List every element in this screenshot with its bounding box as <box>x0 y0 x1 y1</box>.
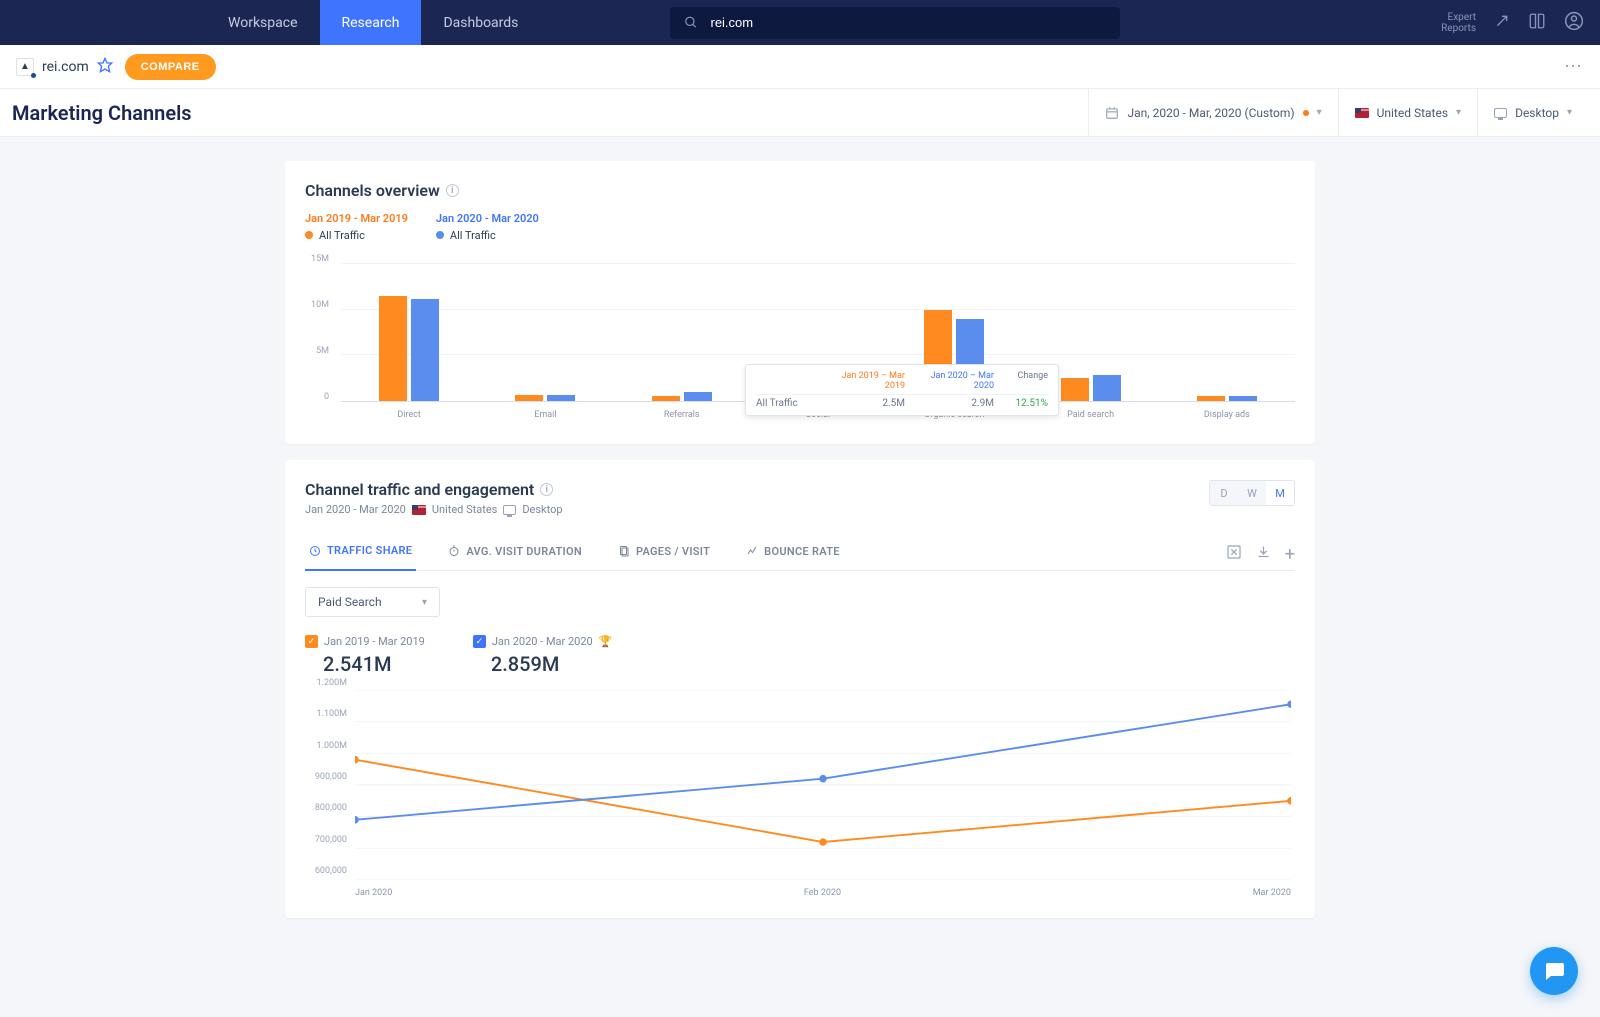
channels-overview-card: Channels overview i Jan 2019 - Mar 2019 … <box>285 161 1315 444</box>
metric-tabs: TRAFFIC SHARE AVG. VISIT DURATION PAGES … <box>305 544 1295 571</box>
date-range-label: Jan, 2020 - Mar, 2020 (Custom) <box>1127 106 1294 120</box>
engagement-title: Channel traffic and engagement i <box>305 480 563 499</box>
line-y-axis: 600,000700,000800,000900,0001.000M1.100M… <box>305 688 353 876</box>
legend-series-1: Jan 2019 - Mar 2019 All Traffic <box>305 212 408 242</box>
chat-icon <box>1542 959 1566 983</box>
page-header: Marketing Channels Jan, 2020 - Mar, 2020… <box>0 89 1600 137</box>
top-navbar: Workspace Research Dashboards ExpertRepo… <box>0 0 1600 45</box>
chevron-down-icon: ▾ <box>1456 107 1461 118</box>
compare-button[interactable]: COMPARE <box>125 54 216 80</box>
device-label: Desktop <box>1515 106 1559 120</box>
nav-tabs: Workspace Research Dashboards <box>206 0 540 45</box>
download-icon[interactable] <box>1256 544 1271 570</box>
add-icon[interactable]: + <box>1285 544 1295 570</box>
channel-dropdown[interactable]: Paid Search ▾ <box>305 587 440 617</box>
chart-actions: + <box>1226 544 1295 570</box>
calendar-icon <box>1105 106 1119 120</box>
tab-traffic-share[interactable]: TRAFFIC SHARE <box>305 544 416 571</box>
series-stat-2: ✓Jan 2020 - Mar 2020 🏆 2.859M <box>473 635 613 676</box>
clock-icon <box>309 545 321 557</box>
granularity-d[interactable]: D <box>1210 481 1238 505</box>
nav-tab-workspace[interactable]: Workspace <box>206 0 320 45</box>
nav-tab-research[interactable]: Research <box>320 0 422 45</box>
content: Channels overview i Jan 2019 - Mar 2019 … <box>285 161 1315 918</box>
export-excel-icon[interactable] <box>1226 544 1242 570</box>
chevron-down-icon: ▾ <box>422 597 427 608</box>
monitor-icon <box>1494 108 1507 118</box>
nav-right: ExpertReports <box>1441 11 1584 35</box>
expert-reports-link[interactable]: ExpertReports <box>1441 12 1476 34</box>
site-subnav: ▲ rei.com COMPARE ⋯ <box>0 45 1600 89</box>
us-flag-icon <box>412 505 426 515</box>
chevron-down-icon: ▾ <box>1567 107 1572 118</box>
series-value: 2.859M <box>491 652 613 676</box>
page-filters: Jan, 2020 - Mar, 2020 (Custom) ▾ United … <box>1088 89 1588 136</box>
date-range-picker[interactable]: Jan, 2020 - Mar, 2020 (Custom) ▾ <box>1088 89 1337 136</box>
page-title: Marketing Channels <box>12 101 192 125</box>
bar-tooltip: Jan 2019 – Mar 2019 Jan 2020 – Mar 2020 … <box>745 364 1059 416</box>
nav-tab-dashboards[interactable]: Dashboards <box>421 0 540 45</box>
info-icon[interactable]: i <box>540 483 553 496</box>
overview-legend: Jan 2019 - Mar 2019 All Traffic Jan 2020… <box>305 212 1295 242</box>
trophy-icon: 🏆 <box>599 635 613 648</box>
tab-bounce-rate[interactable]: BOUNCE RATE <box>742 544 844 570</box>
more-menu-icon[interactable]: ⋯ <box>1564 56 1584 77</box>
traffic-share-line-chart: 600,000700,000800,000900,0001.000M1.100M… <box>305 688 1295 898</box>
series-stats: ✓Jan 2019 - Mar 2019 2.541M ✓Jan 2020 - … <box>305 635 1295 676</box>
checkbox-icon[interactable]: ✓ <box>473 635 486 648</box>
legend-series-2: Jan 2020 - Mar 2020 All Traffic <box>436 212 539 242</box>
tab-pages-visit[interactable]: PAGES / VISIT <box>614 544 714 570</box>
bar-y-axis: 05M10M15M <box>305 264 335 402</box>
device-picker[interactable]: Desktop ▾ <box>1477 89 1588 136</box>
country-picker[interactable]: United States ▾ <box>1338 89 1477 136</box>
checkbox-icon[interactable]: ✓ <box>305 635 318 648</box>
overview-title: Channels overview i <box>305 181 1295 200</box>
favorite-star-icon[interactable] <box>97 57 113 77</box>
legend-dot-icon <box>436 231 444 239</box>
granularity-w[interactable]: W <box>1238 481 1266 505</box>
chevron-down-icon: ▾ <box>1317 107 1322 118</box>
legend-dot-icon <box>305 231 313 239</box>
info-icon[interactable]: i <box>446 184 459 197</box>
monitor-icon <box>503 505 516 515</box>
stopwatch-icon <box>448 545 460 557</box>
series-stat-1: ✓Jan 2019 - Mar 2019 2.541M <box>305 635 425 676</box>
series-value: 2.541M <box>323 652 425 676</box>
granularity-m[interactable]: M <box>1266 481 1294 505</box>
profile-icon[interactable] <box>1564 11 1584 35</box>
book-icon[interactable] <box>1528 12 1546 34</box>
search-icon <box>684 15 698 30</box>
pages-icon <box>618 545 630 557</box>
global-search[interactable] <box>670 7 1120 39</box>
engagement-subtitle: Jan 2020 - Mar 2020 United States Deskto… <box>305 503 563 516</box>
overview-bar-chart: 05M10M15M DirectEmailReferralsSocialOrga… <box>305 264 1295 424</box>
engagement-card: Channel traffic and engagement i Jan 202… <box>285 460 1315 918</box>
line-plot[interactable] <box>355 690 1291 880</box>
launch-icon[interactable] <box>1494 13 1510 33</box>
chat-widget-button[interactable] <box>1530 947 1578 995</box>
country-label: United States <box>1377 106 1448 120</box>
tab-avg-visit-duration[interactable]: AVG. VISIT DURATION <box>444 544 586 570</box>
us-flag-icon <box>1355 108 1369 118</box>
search-input[interactable] <box>710 15 1106 30</box>
line-x-labels: Jan 2020Feb 2020Mar 2020 <box>355 888 1291 898</box>
site-chip: ▲ rei.com <box>16 57 113 77</box>
site-domain: rei.com <box>42 59 89 75</box>
granularity-toggle: DWM <box>1209 480 1295 506</box>
active-dot-icon <box>1303 110 1309 116</box>
site-favicon: ▲ <box>16 58 34 76</box>
bounce-icon <box>746 545 758 557</box>
